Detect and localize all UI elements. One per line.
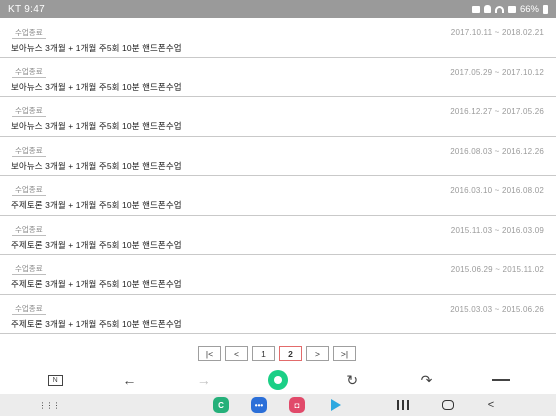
- green-circle-icon: [267, 370, 288, 390]
- phone-app-icon: C: [213, 397, 229, 413]
- class-period: 2016.12.27 ~ 2017.05.26: [450, 107, 544, 116]
- messages-app-icon: •••: [251, 397, 267, 413]
- share-icon: ↷: [420, 371, 433, 388]
- forward-button[interactable]: →: [184, 368, 224, 392]
- class-title: 주제토론 3개월 + 1개월 주5회 10분 핸드폰수업: [11, 279, 182, 289]
- class-row[interactable]: 수업종료 2015.11.03 ~ 2016.03.09 주제토론 3개월 + …: [0, 216, 556, 255]
- camera-app-icon: ◘: [289, 397, 305, 413]
- class-row[interactable]: 수업종료 2016.12.27 ~ 2017.05.26 보아뉴스 3개월 + …: [0, 97, 556, 137]
- status-tag: 수업종료: [12, 224, 46, 236]
- app-phone-shortcut[interactable]: C: [213, 397, 229, 413]
- class-title: 보아뉴스 3개월 + 1개월 주5회 10분 핸드폰수업: [11, 121, 182, 131]
- wifi-icon: [494, 5, 504, 13]
- menu-button[interactable]: [481, 368, 521, 392]
- battery-percentage: 66%: [519, 3, 539, 15]
- status-tag: 수업종료: [12, 145, 46, 157]
- class-title: 보아뉴스 3개월 + 1개월 주5회 10분 핸드폰수업: [11, 43, 182, 53]
- app-camera-shortcut[interactable]: ◘: [289, 397, 305, 413]
- class-title: 주제토론 3개월 + 1개월 주5회 10분 핸드폰수업: [11, 318, 182, 329]
- back-button[interactable]: ←: [109, 368, 149, 392]
- home-icon: [442, 400, 454, 410]
- class-title: 주제토론 3개월 + 1개월 주5회 10분 핸드폰수업: [11, 239, 182, 250]
- class-row[interactable]: 수업종료 2016.08.03 ~ 2016.12.26 보아뉴스 3개월 + …: [0, 137, 556, 176]
- class-row[interactable]: 수업종료 2017.10.11 ~ 2018.02.21 보아뉴스 3개월 + …: [0, 18, 556, 58]
- app-messages-shortcut[interactable]: •••: [251, 397, 267, 413]
- browser-toolbar: N ← → ↻ ↷: [0, 366, 556, 394]
- status-icons: 66%: [471, 3, 548, 15]
- apps-button[interactable]: ⋮⋮⋮: [38, 397, 61, 413]
- last-page-button[interactable]: >|: [333, 346, 356, 361]
- class-row[interactable]: 수업종료 2016.03.10 ~ 2016.08.02 주제토론 3개월 + …: [0, 176, 556, 216]
- status-time-carrier: KT 9:47: [8, 3, 45, 15]
- class-history-list: 수업종료 2017.10.11 ~ 2018.02.21 보아뉴스 3개월 + …: [0, 18, 556, 334]
- class-title: 보아뉴스 3개월 + 1개월 주5회 10분 핸드폰수업: [11, 81, 182, 92]
- status-tag: 수업종료: [12, 184, 46, 196]
- nav-back-button[interactable]: <: [484, 397, 498, 413]
- class-period: 2017.05.29 ~ 2017.10.12: [450, 67, 544, 77]
- class-row[interactable]: 수업종료 2015.03.03 ~ 2015.06.26 주제토론 3개월 + …: [0, 295, 556, 334]
- reload-button[interactable]: ↻: [332, 368, 372, 392]
- class-period: 2016.08.03 ~ 2016.12.26: [450, 146, 544, 156]
- app-play-store-shortcut[interactable]: [329, 397, 343, 413]
- reload-icon: ↻: [346, 371, 359, 388]
- menu-icon: [491, 379, 510, 381]
- class-title: 주제토론 3개월 + 1개월 주5회 10분 핸드폰수업: [11, 200, 182, 210]
- prev-page-button[interactable]: <: [225, 346, 248, 361]
- page-1-button[interactable]: 1: [252, 346, 275, 361]
- share-button[interactable]: ↷: [407, 368, 447, 392]
- class-period: 2015.06.29 ~ 2015.11.02: [450, 265, 544, 274]
- chevron-left-icon: <: [487, 399, 495, 411]
- class-period: 2017.10.11 ~ 2018.02.21: [450, 28, 544, 37]
- home-green-button[interactable]: [258, 368, 298, 392]
- play-store-icon: [331, 399, 341, 411]
- class-period: 2016.03.10 ~ 2016.08.02: [450, 186, 544, 195]
- next-page-button[interactable]: >: [306, 346, 329, 361]
- battery-icon: [543, 4, 548, 14]
- class-period: 2015.03.03 ~ 2015.06.26: [450, 304, 544, 314]
- status-tag: 수업종료: [12, 66, 46, 78]
- recents-icon: [397, 400, 409, 410]
- pagination: |< < 1 2 > >|: [198, 346, 356, 361]
- signal-icon: [507, 5, 516, 13]
- page-2-button[interactable]: 2: [279, 346, 302, 361]
- status-tag: 수업종료: [12, 263, 46, 275]
- notification-icon: [471, 5, 480, 13]
- class-row[interactable]: 수업종료 2017.05.29 ~ 2017.10.12 보아뉴스 3개월 + …: [0, 58, 556, 97]
- tabs-icon: N: [47, 374, 63, 386]
- apps-grid-icon: ⋮⋮⋮: [38, 400, 61, 410]
- recents-button[interactable]: [396, 397, 410, 413]
- system-nav-bar: ⋮⋮⋮ C ••• ◘ <: [0, 394, 556, 416]
- mute-icon: [483, 5, 491, 13]
- status-tag: 수업종료: [12, 303, 46, 315]
- home-button[interactable]: [440, 397, 456, 413]
- first-page-button[interactable]: |<: [198, 346, 221, 361]
- status-tag: 수업종료: [12, 27, 46, 39]
- class-row[interactable]: 수업종료 2015.06.29 ~ 2015.11.02 주제토론 3개월 + …: [0, 255, 556, 295]
- class-period: 2015.11.03 ~ 2016.03.09: [450, 225, 544, 235]
- arrow-right-icon: →: [196, 372, 211, 388]
- tabs-button[interactable]: N: [35, 368, 75, 392]
- status-tag: 수업종료: [12, 105, 46, 117]
- arrow-left-icon: ←: [122, 372, 137, 388]
- class-title: 보아뉴스 3개월 + 1개월 주5회 10분 핸드폰수업: [11, 160, 182, 171]
- status-bar: KT 9:47 66%: [0, 0, 556, 18]
